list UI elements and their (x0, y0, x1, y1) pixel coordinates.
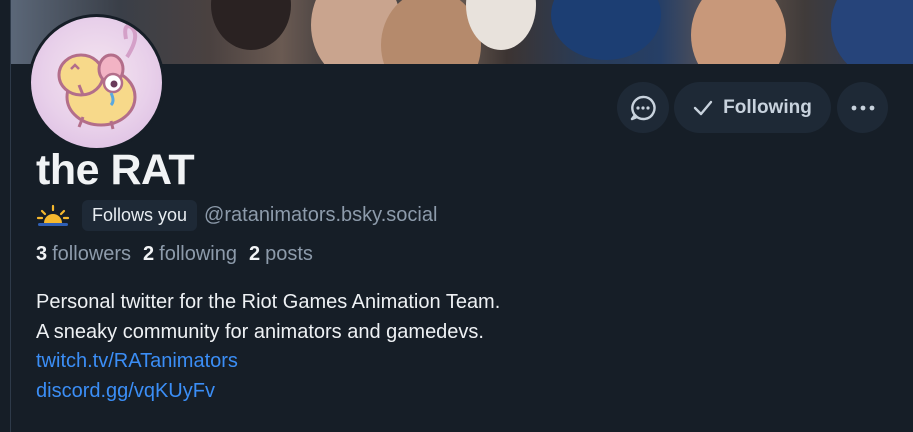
following-label: Following (723, 96, 812, 118)
more-options-button[interactable] (837, 82, 888, 133)
banner-face (691, 0, 786, 64)
following-link[interactable]: 2 following (143, 243, 237, 266)
followers-count: 3 (36, 243, 48, 265)
banner-shirt (831, 0, 913, 64)
avatar-image (31, 17, 162, 148)
profile-bio: Personal twitter for the Riot Games Anim… (36, 288, 500, 406)
banner-shirt (551, 0, 661, 60)
banner-hair (211, 0, 291, 50)
sunrise-icon (36, 204, 70, 226)
following-count: 2 (143, 243, 155, 265)
following-stat-label: following (159, 243, 237, 265)
following-button[interactable]: Following (674, 82, 831, 133)
bio-line: A sneaky community for animators and gam… (36, 320, 484, 343)
profile-handle: @ratanimators.bsky.social (204, 203, 438, 226)
follows-you-badge: Follows you (82, 199, 198, 231)
profile-stats: 3 followers 2 following 2 posts (36, 243, 313, 266)
avatar[interactable] (28, 14, 165, 151)
handle-row: Follows you @ratanimators.bsky.social (36, 199, 437, 231)
rat-illustration-icon (57, 24, 138, 130)
discord-link[interactable]: discord.gg/vqKUyFv (36, 377, 500, 407)
chat-bubble-icon (630, 95, 656, 120)
checkmark-icon (693, 100, 713, 115)
posts-count: 2 (249, 243, 261, 265)
posts-label: posts (265, 243, 313, 265)
followers-label: followers (52, 243, 132, 265)
posts-stat: 2 posts (249, 243, 313, 266)
display-name: the RAT (36, 146, 195, 194)
bio-line: Personal twitter for the Riot Games Anim… (36, 291, 501, 313)
followers-link[interactable]: 3 followers (36, 243, 131, 266)
left-border (10, 0, 11, 432)
message-button[interactable] (617, 82, 669, 133)
twitch-link[interactable]: twitch.tv/RATanimators (36, 347, 500, 377)
ellipsis-icon (851, 105, 874, 110)
